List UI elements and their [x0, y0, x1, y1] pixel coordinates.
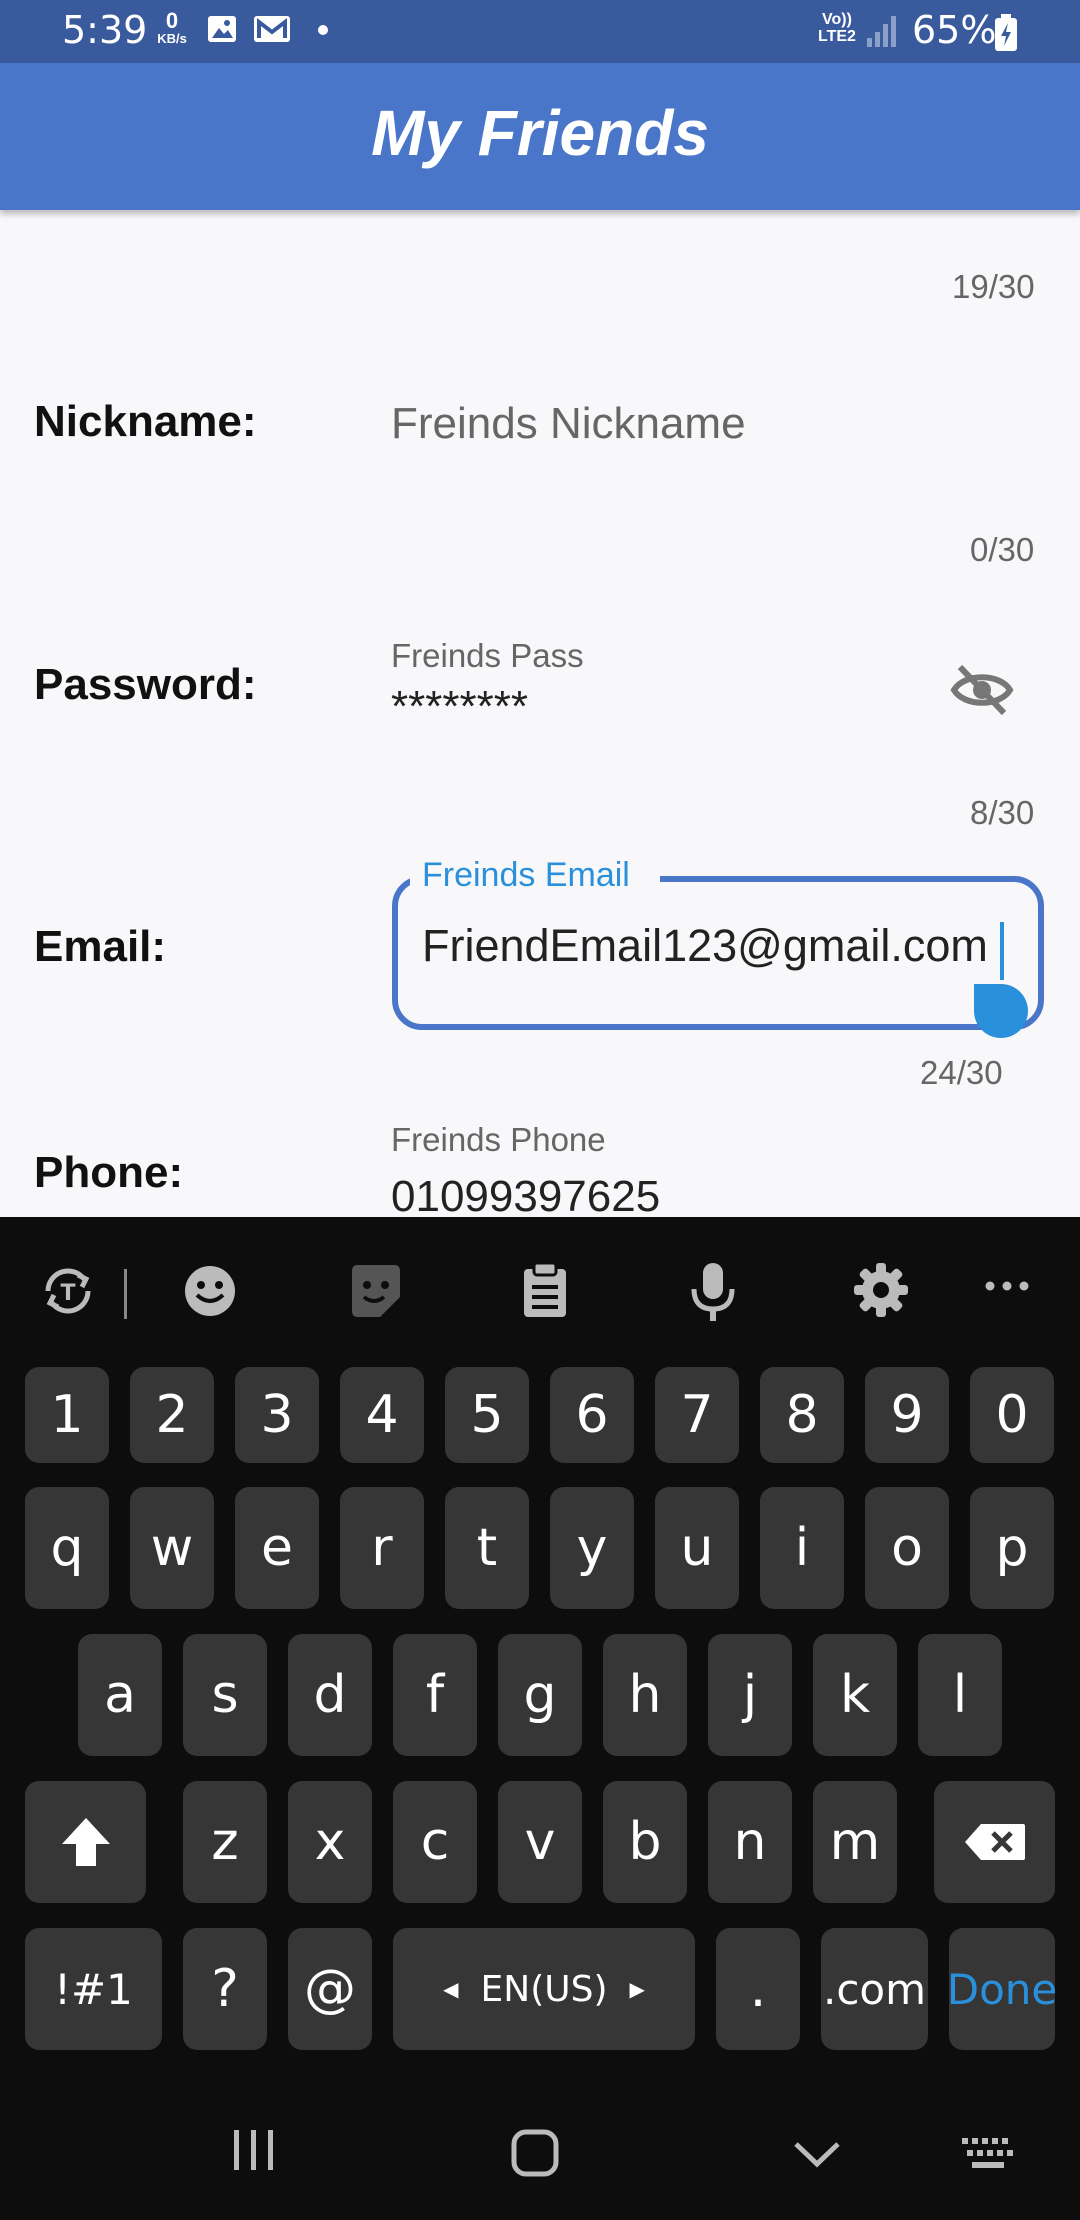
sticker-icon[interactable]: [348, 1261, 404, 1321]
key-7[interactable]: 7: [655, 1367, 739, 1463]
status-time: 5:39: [62, 8, 148, 52]
key-a[interactable]: a: [78, 1634, 162, 1756]
text-cursor: [1000, 922, 1004, 980]
phone-label: Phone:: [34, 1148, 184, 1197]
key-i[interactable]: i: [760, 1487, 844, 1609]
key-5[interactable]: 5: [445, 1367, 529, 1463]
key-0[interactable]: 0: [970, 1367, 1054, 1463]
nickname-input[interactable]: Freinds Nickname: [391, 399, 746, 449]
svg-text:T: T: [60, 1281, 75, 1306]
volte-bottom: LTE2: [818, 27, 856, 45]
key-4[interactable]: 4: [340, 1367, 424, 1463]
key-c[interactable]: c: [393, 1781, 477, 1903]
email-floating-label: Freinds Email: [422, 856, 630, 894]
backspace-key[interactable]: [934, 1781, 1055, 1903]
net-speed-unit: KB/s: [157, 31, 187, 46]
key-n[interactable]: n: [708, 1781, 792, 1903]
home-icon[interactable]: [510, 2128, 560, 2178]
key-o[interactable]: o: [865, 1487, 949, 1609]
dotcom-key[interactable]: .com: [821, 1928, 928, 2050]
key-t[interactable]: t: [445, 1487, 529, 1609]
password-char-counter: 8/30: [970, 794, 1035, 831]
settings-icon[interactable]: [852, 1261, 910, 1319]
page-title: My Friends: [371, 97, 709, 169]
volte-top: Vo)): [822, 11, 852, 28]
nickname-label: Nickname:: [34, 397, 257, 446]
password-input[interactable]: ********: [391, 682, 528, 732]
space-key[interactable]: ◀ EN(US) ▶: [393, 1928, 695, 2050]
key-y[interactable]: y: [550, 1487, 634, 1609]
volte-indicator: Vo)) LTE2: [818, 11, 856, 46]
shift-key[interactable]: [25, 1781, 146, 1903]
key-1[interactable]: 1: [25, 1367, 109, 1463]
key-v[interactable]: v: [498, 1781, 582, 1903]
key-2[interactable]: 2: [130, 1367, 214, 1463]
battery-percent: 65%: [912, 8, 997, 52]
key-r[interactable]: r: [340, 1487, 424, 1609]
battery-icon: [995, 14, 1017, 51]
cursor-handle[interactable]: [974, 984, 1028, 1038]
key-l[interactable]: l: [918, 1634, 1002, 1756]
at-key[interactable]: @: [288, 1928, 372, 2050]
key-b[interactable]: b: [603, 1781, 687, 1903]
key-m[interactable]: m: [813, 1781, 897, 1903]
key-f[interactable]: f: [393, 1634, 477, 1756]
key-3[interactable]: 3: [235, 1367, 319, 1463]
keyboard-switch-icon[interactable]: [960, 2136, 1016, 2172]
image-notification-icon: [208, 16, 236, 42]
email-char-counter: 24/30: [920, 1054, 1003, 1091]
key-g[interactable]: g: [498, 1634, 582, 1756]
key-s[interactable]: s: [183, 1634, 267, 1756]
question-mark-key[interactable]: ?: [183, 1928, 267, 2050]
password-floating-label: Freinds Pass: [391, 637, 584, 674]
nickname-char-counter: 0/30: [970, 531, 1035, 568]
phone-floating-label: Freinds Phone: [391, 1121, 606, 1158]
key-d[interactable]: d: [288, 1634, 372, 1756]
language-left-arrow-icon: ◀: [443, 1977, 459, 2001]
status-bar: 5:39 0 KB/s Vo)) LTE2 65%: [0, 0, 1080, 63]
recent-apps-icon[interactable]: [230, 2128, 278, 2172]
language-right-arrow-icon: ▶: [629, 1977, 645, 2001]
visibility-off-icon[interactable]: [950, 663, 1014, 717]
keyboard: T 1 2 3 4 5 6 7 8 9 0 q w e r t y u i o …: [0, 1217, 1080, 2220]
translate-icon[interactable]: T: [38, 1261, 98, 1321]
period-key[interactable]: .: [716, 1928, 800, 2050]
key-u[interactable]: u: [655, 1487, 739, 1609]
clipboard-icon[interactable]: [520, 1261, 570, 1321]
hide-keyboard-icon[interactable]: [792, 2140, 842, 2170]
more-options-icon[interactable]: [984, 1279, 1030, 1293]
symbols-key[interactable]: !#1: [25, 1928, 162, 2050]
key-k[interactable]: k: [813, 1634, 897, 1756]
key-z[interactable]: z: [183, 1781, 267, 1903]
done-key[interactable]: Done: [947, 1928, 1057, 2050]
key-x[interactable]: x: [288, 1781, 372, 1903]
key-6[interactable]: 6: [550, 1367, 634, 1463]
shift-icon: [61, 1818, 110, 1866]
language-label: EN(US): [480, 1968, 608, 2010]
key-p[interactable]: p: [970, 1487, 1054, 1609]
key-h[interactable]: h: [603, 1634, 687, 1756]
net-speed: 0 KB/s: [152, 8, 192, 46]
gmail-notification-icon: [254, 16, 290, 42]
key-q[interactable]: q: [25, 1487, 109, 1609]
top-char-counter: 19/30: [952, 268, 1035, 305]
backspace-icon: [964, 1824, 1025, 1860]
emoji-icon[interactable]: [180, 1261, 240, 1321]
key-9[interactable]: 9: [865, 1367, 949, 1463]
phone-input[interactable]: 01099397625: [391, 1172, 660, 1222]
email-label: Email:: [34, 922, 167, 971]
key-j[interactable]: j: [708, 1634, 792, 1756]
key-w[interactable]: w: [130, 1487, 214, 1609]
signal-icon: [867, 16, 896, 47]
password-label: Password:: [34, 660, 257, 709]
key-8[interactable]: 8: [760, 1367, 844, 1463]
email-input[interactable]: FriendEmail123@gmail.com: [422, 920, 988, 972]
toolbar-divider: [124, 1269, 127, 1319]
microphone-icon[interactable]: [688, 1261, 738, 1323]
notification-dot: [318, 25, 328, 35]
app-bar: My Friends: [0, 63, 1080, 210]
key-e[interactable]: e: [235, 1487, 319, 1609]
net-speed-value: 0: [165, 8, 179, 33]
